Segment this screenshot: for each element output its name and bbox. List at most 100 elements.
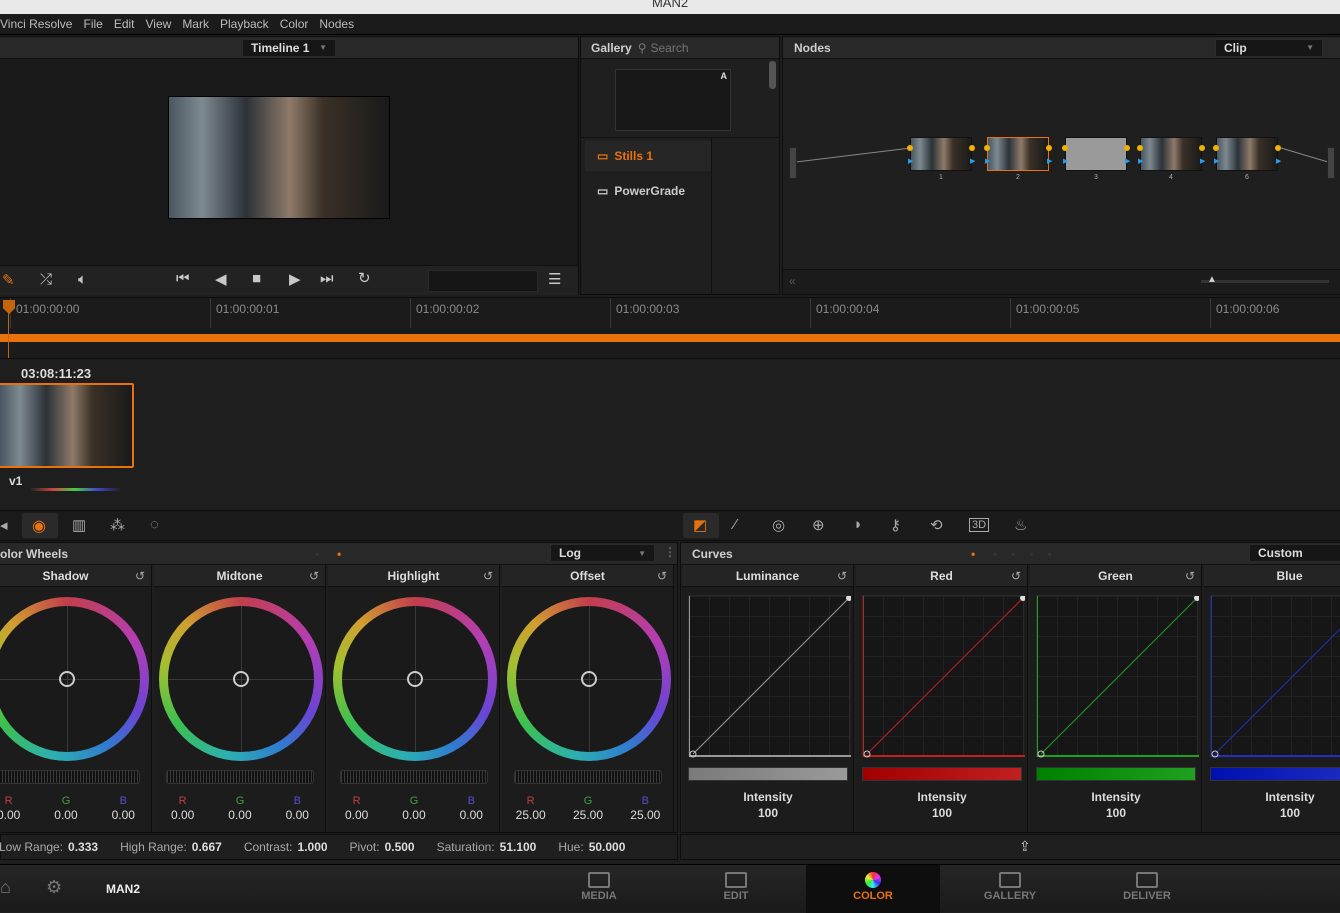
value-r[interactable]: R 25.00 bbox=[506, 795, 556, 822]
master-wheel-jog[interactable] bbox=[340, 770, 488, 784]
value-r[interactable]: R 0.00 bbox=[332, 795, 382, 822]
master-wheel-jog[interactable] bbox=[514, 770, 662, 784]
node-key-input[interactable]: ▶ bbox=[1214, 157, 1219, 165]
intensity-value[interactable]: 100 bbox=[1204, 805, 1340, 821]
wheel-puck[interactable] bbox=[581, 671, 597, 687]
reset-icon[interactable]: ↺ bbox=[837, 569, 847, 583]
node-key-input[interactable]: ▶ bbox=[1138, 157, 1143, 165]
intensity-bar[interactable] bbox=[862, 767, 1022, 781]
node-connector[interactable] bbox=[984, 145, 990, 151]
curve-line[interactable] bbox=[689, 596, 851, 758]
gallery-search-input[interactable] bbox=[650, 40, 761, 55]
value-b[interactable]: B 0.00 bbox=[446, 795, 496, 822]
param-value[interactable]: 50.000 bbox=[589, 840, 626, 854]
value-b[interactable]: B 0.00 bbox=[98, 795, 148, 822]
node-key-input[interactable]: ▶ bbox=[1200, 157, 1205, 165]
timecode-field[interactable] bbox=[428, 270, 538, 292]
page-deliver[interactable]: DELIVER bbox=[1080, 865, 1214, 913]
curve-graph[interactable] bbox=[1210, 595, 1340, 758]
still-thumbnail[interactable]: A bbox=[615, 69, 731, 131]
home-icon[interactable]: ⌂ bbox=[0, 877, 11, 898]
rgb-mixer-icon[interactable]: ⁂ bbox=[110, 516, 125, 534]
node-key-input[interactable]: ▶ bbox=[970, 157, 975, 165]
reset-icon[interactable]: ↺ bbox=[135, 569, 145, 583]
skip-start-icon[interactable]: ⏮︎ bbox=[176, 270, 190, 287]
page-color[interactable]: COLOR bbox=[806, 865, 940, 913]
zoom-slider-handle[interactable]: ▲ bbox=[1207, 274, 1217, 285]
node-key-input[interactable]: ▶ bbox=[908, 157, 913, 165]
menu-playback[interactable]: Playback bbox=[220, 17, 269, 31]
intensity-value[interactable]: 100 bbox=[856, 805, 1028, 821]
param-value[interactable]: 0.667 bbox=[192, 840, 222, 854]
play-reverse-icon[interactable]: ◀ bbox=[215, 270, 227, 288]
node-3[interactable] bbox=[1065, 137, 1127, 171]
menu-edit[interactable]: Edit bbox=[114, 17, 135, 31]
menu-mark[interactable]: Mark bbox=[182, 17, 209, 31]
reset-icon[interactable]: ↺ bbox=[483, 569, 493, 583]
node-6[interactable] bbox=[1216, 137, 1278, 171]
sizing-icon[interactable]: ⟲ bbox=[930, 516, 943, 534]
blur-icon[interactable]: ◑ bbox=[852, 516, 861, 533]
node-connector[interactable] bbox=[1046, 145, 1052, 151]
node-key-input[interactable]: ▶ bbox=[1063, 157, 1068, 165]
color-wheel[interactable] bbox=[333, 597, 497, 761]
timeline-clip-bar[interactable] bbox=[0, 334, 1340, 342]
node-connector[interactable] bbox=[1124, 145, 1130, 151]
wand-icon[interactable]: ✎ bbox=[2, 271, 15, 289]
value-b[interactable]: B 0.00 bbox=[272, 795, 322, 822]
param-value[interactable]: 1.000 bbox=[298, 840, 328, 854]
color-wheel[interactable] bbox=[507, 597, 671, 761]
master-wheel-jog[interactable] bbox=[166, 770, 314, 784]
node-source-input[interactable] bbox=[789, 147, 797, 179]
expand-up-icon[interactable]: ⇪ bbox=[1019, 838, 1031, 855]
3d-icon[interactable]: 3D bbox=[969, 518, 990, 532]
curve-graph[interactable] bbox=[688, 595, 851, 758]
param-value[interactable]: 0.500 bbox=[385, 840, 415, 854]
curves-mode-dropdown[interactable]: Custom bbox=[1249, 544, 1340, 562]
page-gallery[interactable]: GALLERY bbox=[943, 865, 1077, 913]
album-powergrade[interactable]: ▭ PowerGrade bbox=[585, 176, 711, 206]
power-window-icon[interactable]: ◎ bbox=[772, 516, 785, 534]
page-dot-active[interactable]: • bbox=[971, 547, 975, 561]
menu-color[interactable]: Color bbox=[280, 17, 309, 31]
menu-nodes[interactable]: Nodes bbox=[319, 17, 354, 31]
node-2[interactable] bbox=[987, 137, 1049, 171]
curve-graph[interactable] bbox=[1036, 595, 1199, 758]
value-g[interactable]: G 0.00 bbox=[215, 795, 265, 822]
wheel-puck[interactable] bbox=[233, 671, 249, 687]
intensity-bar[interactable] bbox=[1210, 767, 1340, 781]
value-r[interactable]: R 0.00 bbox=[158, 795, 208, 822]
reset-icon[interactable]: ↺ bbox=[309, 569, 319, 583]
param-value[interactable]: 0.333 bbox=[68, 840, 98, 854]
value-r[interactable]: R 0.00 bbox=[0, 795, 34, 822]
album-stills-1[interactable]: ▭ Stills 1 bbox=[585, 141, 711, 171]
node-connector[interactable] bbox=[1199, 145, 1205, 151]
page-edit[interactable]: EDIT bbox=[669, 865, 803, 913]
page-dot[interactable]: • bbox=[315, 547, 319, 561]
stop-icon[interactable]: ■ bbox=[252, 270, 261, 287]
node-connector[interactable] bbox=[1213, 145, 1219, 151]
intensity-value[interactable]: 100 bbox=[682, 805, 854, 821]
color-wheels-tab[interactable]: ◉ bbox=[22, 513, 58, 538]
flame-icon[interactable]: ♨ bbox=[1014, 516, 1027, 534]
skip-end-icon[interactable]: ⏭︎ bbox=[320, 270, 334, 287]
param-value[interactable]: 51.100 bbox=[500, 840, 537, 854]
wheels-mode-dropdown[interactable]: Log ▼ bbox=[550, 544, 655, 562]
intensity-value[interactable]: 100 bbox=[1030, 805, 1202, 821]
curve-line[interactable] bbox=[863, 596, 1025, 758]
settings-gear-icon[interactable]: ⚙ bbox=[46, 877, 62, 898]
node-connector[interactable] bbox=[969, 145, 975, 151]
intensity-bar[interactable] bbox=[1036, 767, 1196, 781]
reset-icon[interactable]: ↺ bbox=[1185, 569, 1195, 583]
timeline-dropdown[interactable]: Timeline 1 ▼ bbox=[242, 38, 336, 57]
options-icon[interactable]: ⋮ bbox=[664, 545, 676, 559]
node-connector[interactable] bbox=[1137, 145, 1143, 151]
node-key-input[interactable]: ▶ bbox=[1125, 157, 1130, 165]
intensity-bar[interactable] bbox=[688, 767, 848, 781]
menu-app[interactable]: Vinci Resolve bbox=[0, 17, 72, 31]
key-icon[interactable]: ⚷ bbox=[890, 516, 901, 534]
node-connector[interactable] bbox=[1062, 145, 1068, 151]
collapse-icon[interactable]: « bbox=[789, 274, 796, 288]
loop-icon[interactable]: ↻ bbox=[358, 269, 371, 287]
reset-icon[interactable]: ↺ bbox=[657, 569, 667, 583]
